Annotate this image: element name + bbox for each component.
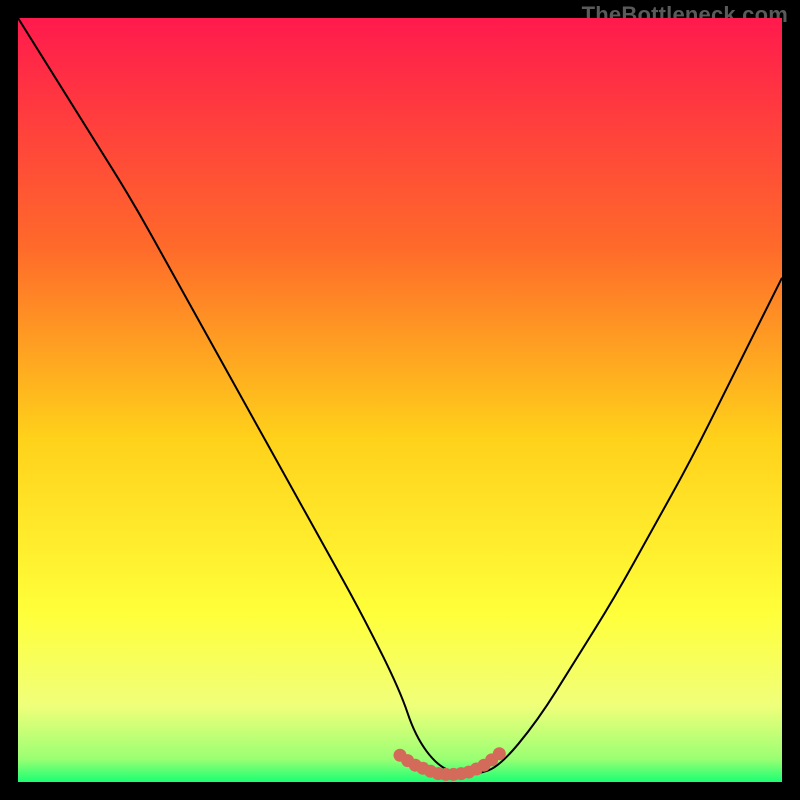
gradient-background — [18, 18, 782, 782]
chart-svg — [18, 18, 782, 782]
plot-area — [18, 18, 782, 782]
valley-dot — [493, 747, 506, 760]
chart-container: TheBottleneck.com — [0, 0, 800, 800]
